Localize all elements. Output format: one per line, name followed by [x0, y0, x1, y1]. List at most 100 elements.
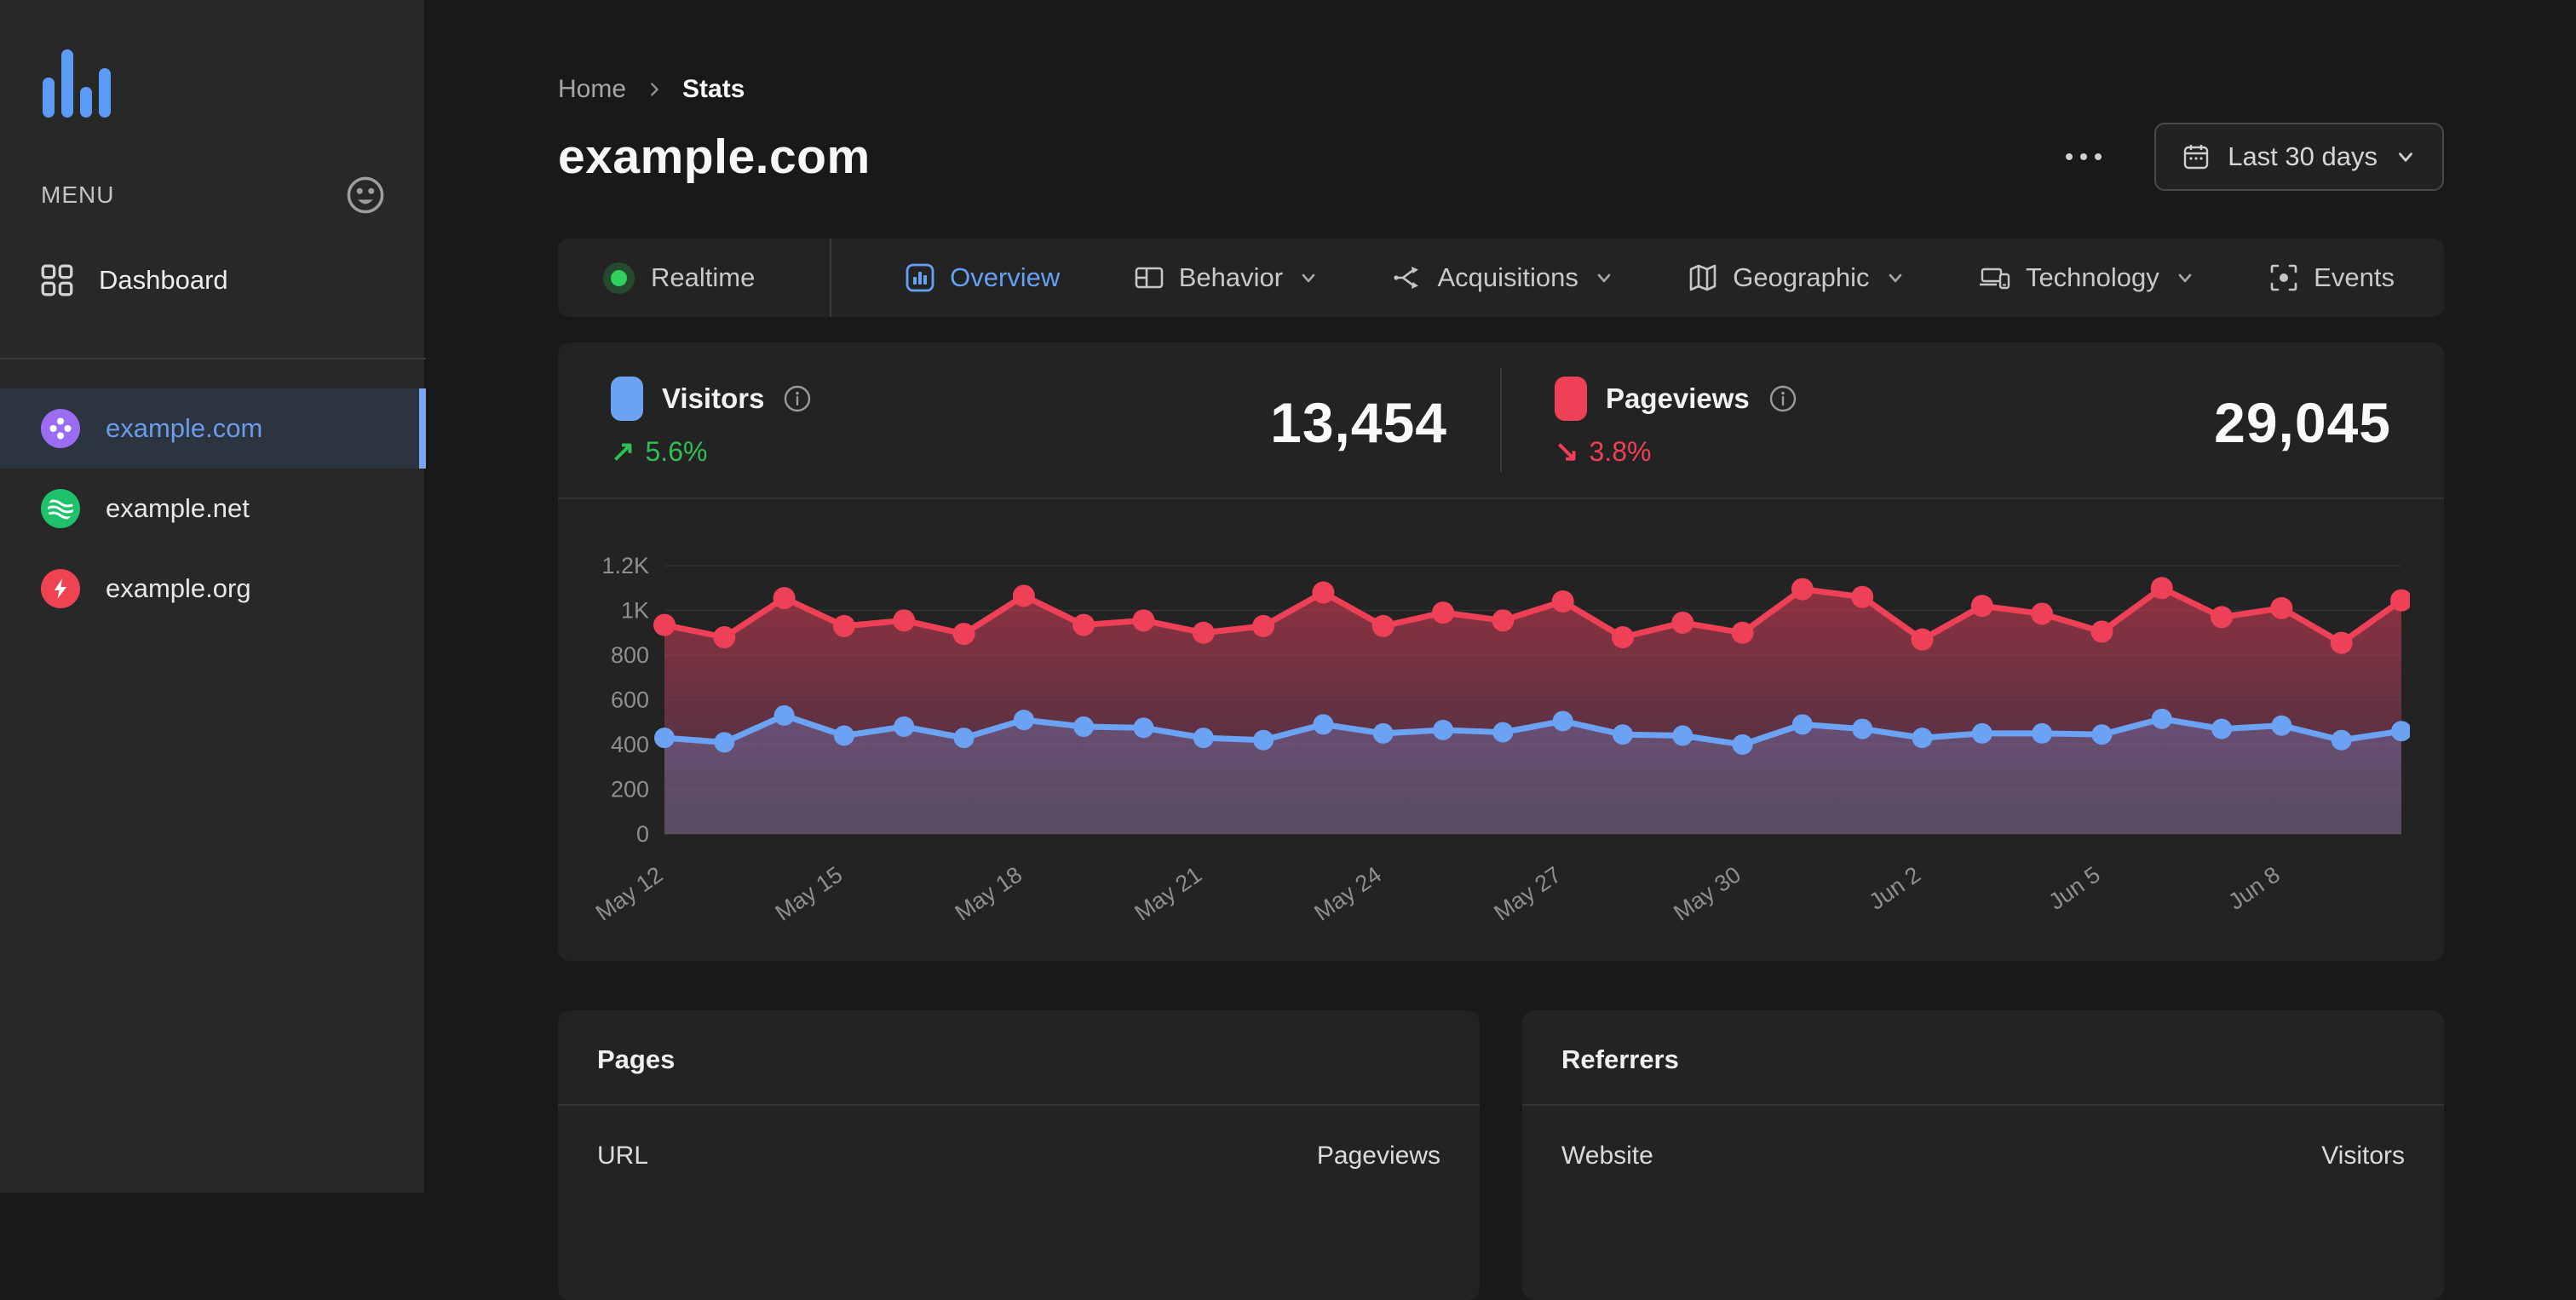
- metric-label: Visitors: [662, 383, 765, 414]
- svg-text:Jun 2: Jun 2: [1865, 861, 1925, 914]
- sidebar-item-example-com[interactable]: example.com: [0, 388, 426, 469]
- site-icon-example-net: [41, 489, 80, 528]
- site-label: example.net: [106, 493, 250, 523]
- sidebar-item-example-org[interactable]: example.org: [0, 549, 426, 629]
- svg-text:800: 800: [611, 642, 649, 668]
- info-icon[interactable]: [783, 384, 812, 413]
- svg-text:Jun 8: Jun 8: [2223, 861, 2284, 914]
- date-range-button[interactable]: Last 30 days: [2154, 123, 2444, 191]
- info-icon[interactable]: [1768, 384, 1797, 413]
- app-logo-bar-chart-icon: [41, 48, 426, 119]
- svg-text:May 12: May 12: [592, 861, 667, 925]
- breadcrumb-current: Stats: [682, 75, 745, 103]
- events-target-icon: [2269, 263, 2298, 292]
- tab-behavior[interactable]: Behavior: [1135, 262, 1319, 293]
- svg-text:May 24: May 24: [1309, 861, 1386, 925]
- metric-visitors: Visitors ↗ 5.6% 13,454: [558, 342, 1500, 498]
- geographic-map-icon: [1688, 263, 1717, 292]
- breadcrumb: Home Stats: [558, 75, 2444, 104]
- svg-text:May 30: May 30: [1669, 861, 1745, 925]
- sidebar: MENU Dashboard example.com example.net e…: [0, 0, 426, 1193]
- chevron-down-icon: [2395, 146, 2417, 168]
- dot-icon: [2066, 153, 2073, 160]
- more-options-button[interactable]: [2057, 145, 2110, 169]
- chart-area: 0 200 400 600 800 1K 1.2K May 12 May 15 May 18 May…: [558, 499, 2444, 961]
- calendar-icon: [2182, 142, 2211, 171]
- menu-header: MENU: [41, 175, 385, 215]
- metrics-row: Visitors ↗ 5.6% 13,454 Pageviews ↘ 3.8% …: [558, 342, 2444, 499]
- tab-acquisitions[interactable]: Acquisitions: [1393, 262, 1613, 293]
- tab-label: Technology: [2025, 262, 2159, 292]
- delta-value: 5.6%: [645, 435, 708, 467]
- dot-icon: [2095, 153, 2102, 160]
- svg-text:0: 0: [636, 821, 649, 847]
- overview-chart[interactable]: 0 200 400 600 800 1K 1.2K May 12 May 15 May 18 May…: [592, 515, 2410, 940]
- tab-label: Behavior: [1178, 262, 1284, 292]
- pageviews-swatch: [1555, 377, 1587, 421]
- pageviews-value: 29,045: [2214, 391, 2391, 454]
- metric-pageviews: Pageviews ↘ 3.8% 29,045: [1502, 342, 2444, 498]
- trend-up-icon: ↗: [611, 435, 635, 468]
- pageviews-delta: ↘ 3.8%: [1555, 434, 1797, 469]
- sidebar-item-label: Dashboard: [99, 265, 228, 295]
- tab-overview[interactable]: Overview: [906, 262, 1060, 293]
- title-row: example.com Last 30 days: [558, 123, 2444, 191]
- acquisitions-branch-icon: [1393, 263, 1422, 292]
- svg-text:Jun 5: Jun 5: [2044, 861, 2105, 914]
- site-list: example.com example.net example.org: [0, 388, 426, 629]
- tab-separator: [829, 239, 831, 317]
- chevron-down-icon: [1298, 267, 1319, 288]
- main-content: Home Stats example.com Last 30 days Real…: [426, 0, 2576, 1300]
- referrers-card: Referrers Website Visitors: [1522, 1010, 2444, 1300]
- sidebar-item-example-net[interactable]: example.net: [0, 469, 426, 549]
- analytics-app: MENU Dashboard example.com example.net e…: [0, 0, 2576, 1300]
- metric-label: Pageviews: [1606, 383, 1750, 414]
- pages-card-title: Pages: [597, 1044, 676, 1074]
- tab-label: Realtime: [651, 262, 756, 292]
- svg-text:1K: 1K: [621, 598, 649, 624]
- tab-technology[interactable]: Technology: [1979, 262, 2195, 293]
- site-label: example.com: [106, 413, 263, 443]
- visitors-delta: ↗ 5.6%: [611, 434, 812, 469]
- svg-text:May 18: May 18: [951, 861, 1027, 925]
- sidebar-item-dashboard[interactable]: Dashboard: [0, 239, 426, 322]
- page-title: example.com: [558, 129, 871, 184]
- visitors-value: 13,454: [1270, 391, 1447, 454]
- visitors-swatch: [611, 377, 643, 421]
- face-icon[interactable]: [346, 175, 385, 215]
- column-header-pageviews: Pageviews: [1316, 1142, 1440, 1170]
- technology-devices-icon: [1979, 263, 2010, 292]
- top-actions: Last 30 days: [2057, 123, 2444, 191]
- behavior-layout-icon: [1135, 263, 1164, 292]
- svg-text:May 21: May 21: [1130, 861, 1206, 925]
- svg-text:1.2K: 1.2K: [601, 553, 649, 578]
- column-header-url: URL: [597, 1142, 649, 1170]
- view-tabs: Realtime Overview Behavior Acquisitions …: [558, 239, 2444, 317]
- sidebar-divider: [0, 358, 426, 360]
- tab-geographic[interactable]: Geographic: [1688, 262, 1905, 293]
- svg-text:600: 600: [611, 687, 649, 713]
- menu-label: MENU: [41, 181, 115, 208]
- chevron-down-icon: [2175, 267, 2195, 288]
- svg-text:May 27: May 27: [1489, 861, 1566, 925]
- svg-text:200: 200: [611, 777, 649, 802]
- column-header-website: Website: [1561, 1142, 1653, 1170]
- tab-realtime[interactable]: Realtime: [607, 262, 755, 293]
- overview-card: Visitors ↗ 5.6% 13,454 Pageviews ↘ 3.8% …: [558, 342, 2444, 961]
- detail-tables: Pages URL Pageviews Referrers Website Vi…: [558, 1010, 2444, 1300]
- referrers-card-title: Referrers: [1561, 1044, 1679, 1074]
- tab-events[interactable]: Events: [2269, 262, 2395, 293]
- trend-down-icon: ↘: [1555, 435, 1579, 468]
- referrers-table-header: Website Visitors: [1522, 1106, 2444, 1206]
- pages-table-header: URL Pageviews: [558, 1106, 1480, 1206]
- delta-value: 3.8%: [1589, 435, 1652, 467]
- breadcrumb-home-link[interactable]: Home: [558, 75, 626, 104]
- pages-card: Pages URL Pageviews: [558, 1010, 1480, 1300]
- svg-text:400: 400: [611, 732, 649, 757]
- column-header-visitors: Visitors: [2321, 1142, 2405, 1170]
- overview-chart-icon: [906, 263, 934, 292]
- tab-label: Events: [2314, 262, 2395, 292]
- tab-label: Geographic: [1733, 262, 1870, 292]
- site-icon-example-com: [41, 409, 80, 448]
- site-label: example.org: [106, 573, 251, 603]
